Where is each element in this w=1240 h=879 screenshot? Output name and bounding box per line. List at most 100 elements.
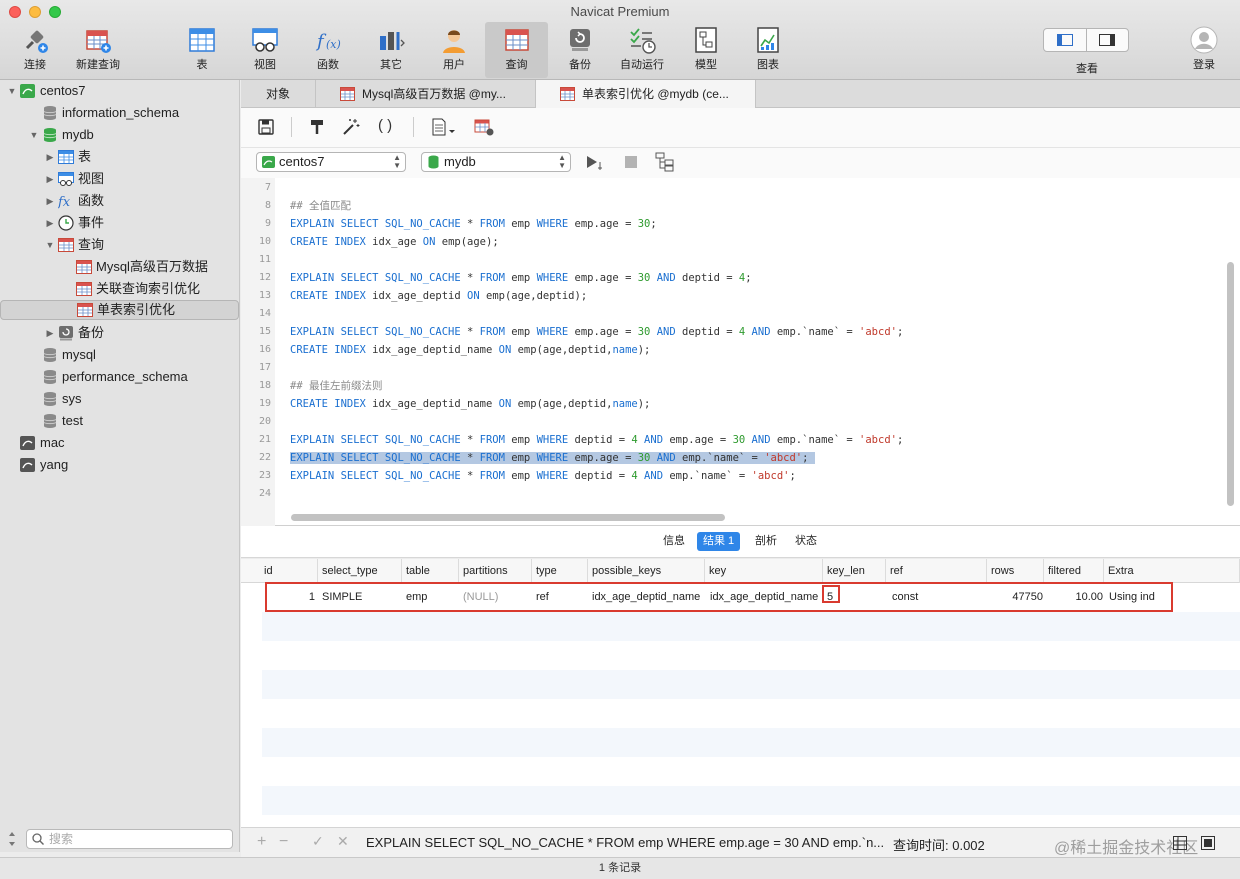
view-mode-left-button[interactable] bbox=[1044, 29, 1086, 51]
add-row-button[interactable]: + bbox=[257, 833, 266, 851]
login-button[interactable]: 登录 bbox=[1182, 22, 1226, 78]
collapse-arrow-icon[interactable]: ▼ bbox=[28, 124, 40, 146]
table-button[interactable]: 表 bbox=[180, 22, 224, 78]
sql-editor[interactable]: 7 8 9 10 11 12 13 14 15 16 17 18 19 20 2… bbox=[241, 178, 1240, 526]
mydb-functions[interactable]: ▶ fx 函数 bbox=[44, 190, 240, 212]
expand-arrow-icon[interactable]: ▶ bbox=[44, 212, 56, 234]
expand-arrow-icon[interactable]: ▶ bbox=[44, 168, 56, 190]
column-header[interactable]: rows bbox=[987, 559, 1044, 583]
function-button[interactable]: f (x) 函数 bbox=[306, 22, 350, 78]
tab-single-table-index[interactable]: 单表索引优化 @mydb (ce... bbox=[536, 80, 756, 108]
query-button[interactable]: 查询 bbox=[485, 22, 548, 78]
query-item-mysql-million[interactable]: Mysql高级百万数据 bbox=[62, 256, 240, 278]
line-number: 15 bbox=[258, 326, 271, 337]
expand-arrow-icon[interactable]: ▶ bbox=[44, 322, 56, 344]
mydb-views[interactable]: ▶ 视图 bbox=[44, 168, 240, 190]
connection-mac[interactable]: mac bbox=[6, 432, 240, 454]
line-number: 23 bbox=[258, 470, 271, 481]
queries-label: 查询 bbox=[78, 237, 105, 252]
query-icon bbox=[77, 303, 93, 317]
user-button[interactable]: 用户 bbox=[432, 22, 476, 78]
column-header[interactable]: type bbox=[532, 559, 588, 583]
model-button[interactable]: 模型 bbox=[684, 22, 728, 78]
column-header[interactable]: select_type bbox=[318, 559, 402, 583]
connection-select-value: centos7 bbox=[279, 154, 325, 169]
apply-button[interactable]: ✓ bbox=[312, 833, 324, 850]
tab-info[interactable]: 信息 bbox=[657, 532, 691, 551]
view-icon bbox=[58, 172, 74, 186]
mydb-tables[interactable]: ▶ 表 bbox=[44, 146, 240, 168]
query-builder-icon[interactable] bbox=[474, 118, 494, 136]
new-query-button[interactable]: 新建查询 bbox=[70, 22, 126, 78]
column-header[interactable]: Extra bbox=[1104, 559, 1240, 583]
db-information-schema[interactable]: information_schema bbox=[28, 102, 240, 124]
mydb-backups[interactable]: ▶ 备份 bbox=[44, 322, 240, 344]
tab-status[interactable]: 状态 bbox=[789, 532, 823, 551]
view-button[interactable]: 视图 bbox=[243, 22, 287, 78]
sort-arrows-icon[interactable] bbox=[7, 831, 17, 847]
column-header[interactable]: filtered bbox=[1044, 559, 1104, 583]
backup-icon bbox=[59, 326, 73, 341]
database-icon bbox=[43, 414, 57, 428]
db-mydb[interactable]: ▼ mydb bbox=[28, 124, 240, 146]
magic-wand-icon[interactable] bbox=[342, 118, 360, 136]
mydb-events[interactable]: ▶ 事件 bbox=[44, 212, 240, 234]
column-header[interactable]: ref bbox=[886, 559, 987, 583]
column-header[interactable]: table bbox=[402, 559, 459, 583]
column-header[interactable]: key bbox=[705, 559, 823, 583]
column-header[interactable]: partitions bbox=[459, 559, 532, 583]
db-test[interactable]: test bbox=[28, 410, 240, 432]
db-performance-schema[interactable]: performance_schema bbox=[28, 366, 240, 388]
query-icon bbox=[76, 282, 92, 296]
code-line: CREATE INDEX idx_age ON emp(age); bbox=[290, 236, 499, 248]
database-select-value: mydb bbox=[444, 154, 476, 169]
query-item-single-table-index[interactable]: 单表索引优化 bbox=[0, 300, 239, 320]
backup-button[interactable]: 备份 bbox=[558, 22, 602, 78]
tables-label: 表 bbox=[78, 149, 92, 164]
automation-button[interactable]: 自动运行 bbox=[614, 22, 670, 78]
connect-button[interactable]: 连接 bbox=[10, 22, 60, 78]
parentheses-icon[interactable]: ( ) bbox=[378, 117, 392, 134]
chart-button[interactable]: 图表 bbox=[746, 22, 790, 78]
expand-arrow-icon[interactable]: ▶ bbox=[44, 190, 56, 212]
snippet-icon[interactable] bbox=[432, 118, 456, 136]
database-label: test bbox=[62, 413, 83, 428]
tab-mysql-million[interactable]: Mysql高级百万数据 @my... bbox=[316, 80, 536, 108]
discard-button[interactable]: ✕ bbox=[337, 833, 349, 850]
db-mysql[interactable]: mysql bbox=[28, 344, 240, 366]
connection-select[interactable]: centos7 ▲ ▼ bbox=[256, 152, 406, 172]
explain-icon[interactable] bbox=[655, 152, 675, 172]
column-header[interactable]: id bbox=[260, 559, 318, 583]
db-sys[interactable]: sys bbox=[28, 388, 240, 410]
format-brush-icon[interactable] bbox=[309, 119, 325, 135]
mydb-queries[interactable]: ▼ 查询 bbox=[44, 234, 240, 256]
form-view-icon[interactable] bbox=[1201, 836, 1215, 850]
tab-profile[interactable]: 剖析 bbox=[749, 532, 783, 551]
query-icon bbox=[560, 87, 575, 101]
search-input[interactable]: 搜索 bbox=[26, 829, 233, 849]
collapse-arrow-icon[interactable]: ▼ bbox=[44, 234, 56, 256]
query-item-join-index[interactable]: 关联查询索引优化 bbox=[62, 278, 240, 300]
tab-objects[interactable]: 对象 bbox=[241, 80, 316, 108]
code-comment: ## 最佳左前缀法则 bbox=[290, 380, 383, 392]
save-icon[interactable] bbox=[258, 119, 274, 135]
vertical-scrollbar[interactable] bbox=[1227, 262, 1234, 506]
connection-centos7[interactable]: ▼ centos7 bbox=[6, 80, 240, 102]
expand-arrow-icon[interactable]: ▶ bbox=[44, 146, 56, 168]
other-button[interactable]: 其它 bbox=[368, 22, 414, 78]
empty-row bbox=[262, 786, 1240, 815]
horizontal-scrollbar[interactable] bbox=[291, 514, 725, 521]
grid-view-icon[interactable] bbox=[1173, 836, 1187, 850]
database-select[interactable]: mydb ▲ ▼ bbox=[421, 152, 571, 172]
tab-result-1[interactable]: 结果 1 bbox=[697, 532, 741, 551]
connection-yang[interactable]: yang bbox=[6, 454, 240, 476]
delete-row-button[interactable]: − bbox=[279, 833, 288, 851]
run-icon[interactable] bbox=[585, 154, 609, 172]
stop-icon[interactable] bbox=[624, 155, 638, 169]
line-number: 22 bbox=[258, 452, 271, 463]
other-label: 其它 bbox=[380, 59, 402, 71]
column-header[interactable]: possible_keys bbox=[588, 559, 705, 583]
collapse-arrow-icon[interactable]: ▼ bbox=[6, 80, 18, 102]
view-mode-right-button[interactable] bbox=[1085, 29, 1129, 51]
column-header[interactable]: key_len bbox=[823, 559, 886, 583]
